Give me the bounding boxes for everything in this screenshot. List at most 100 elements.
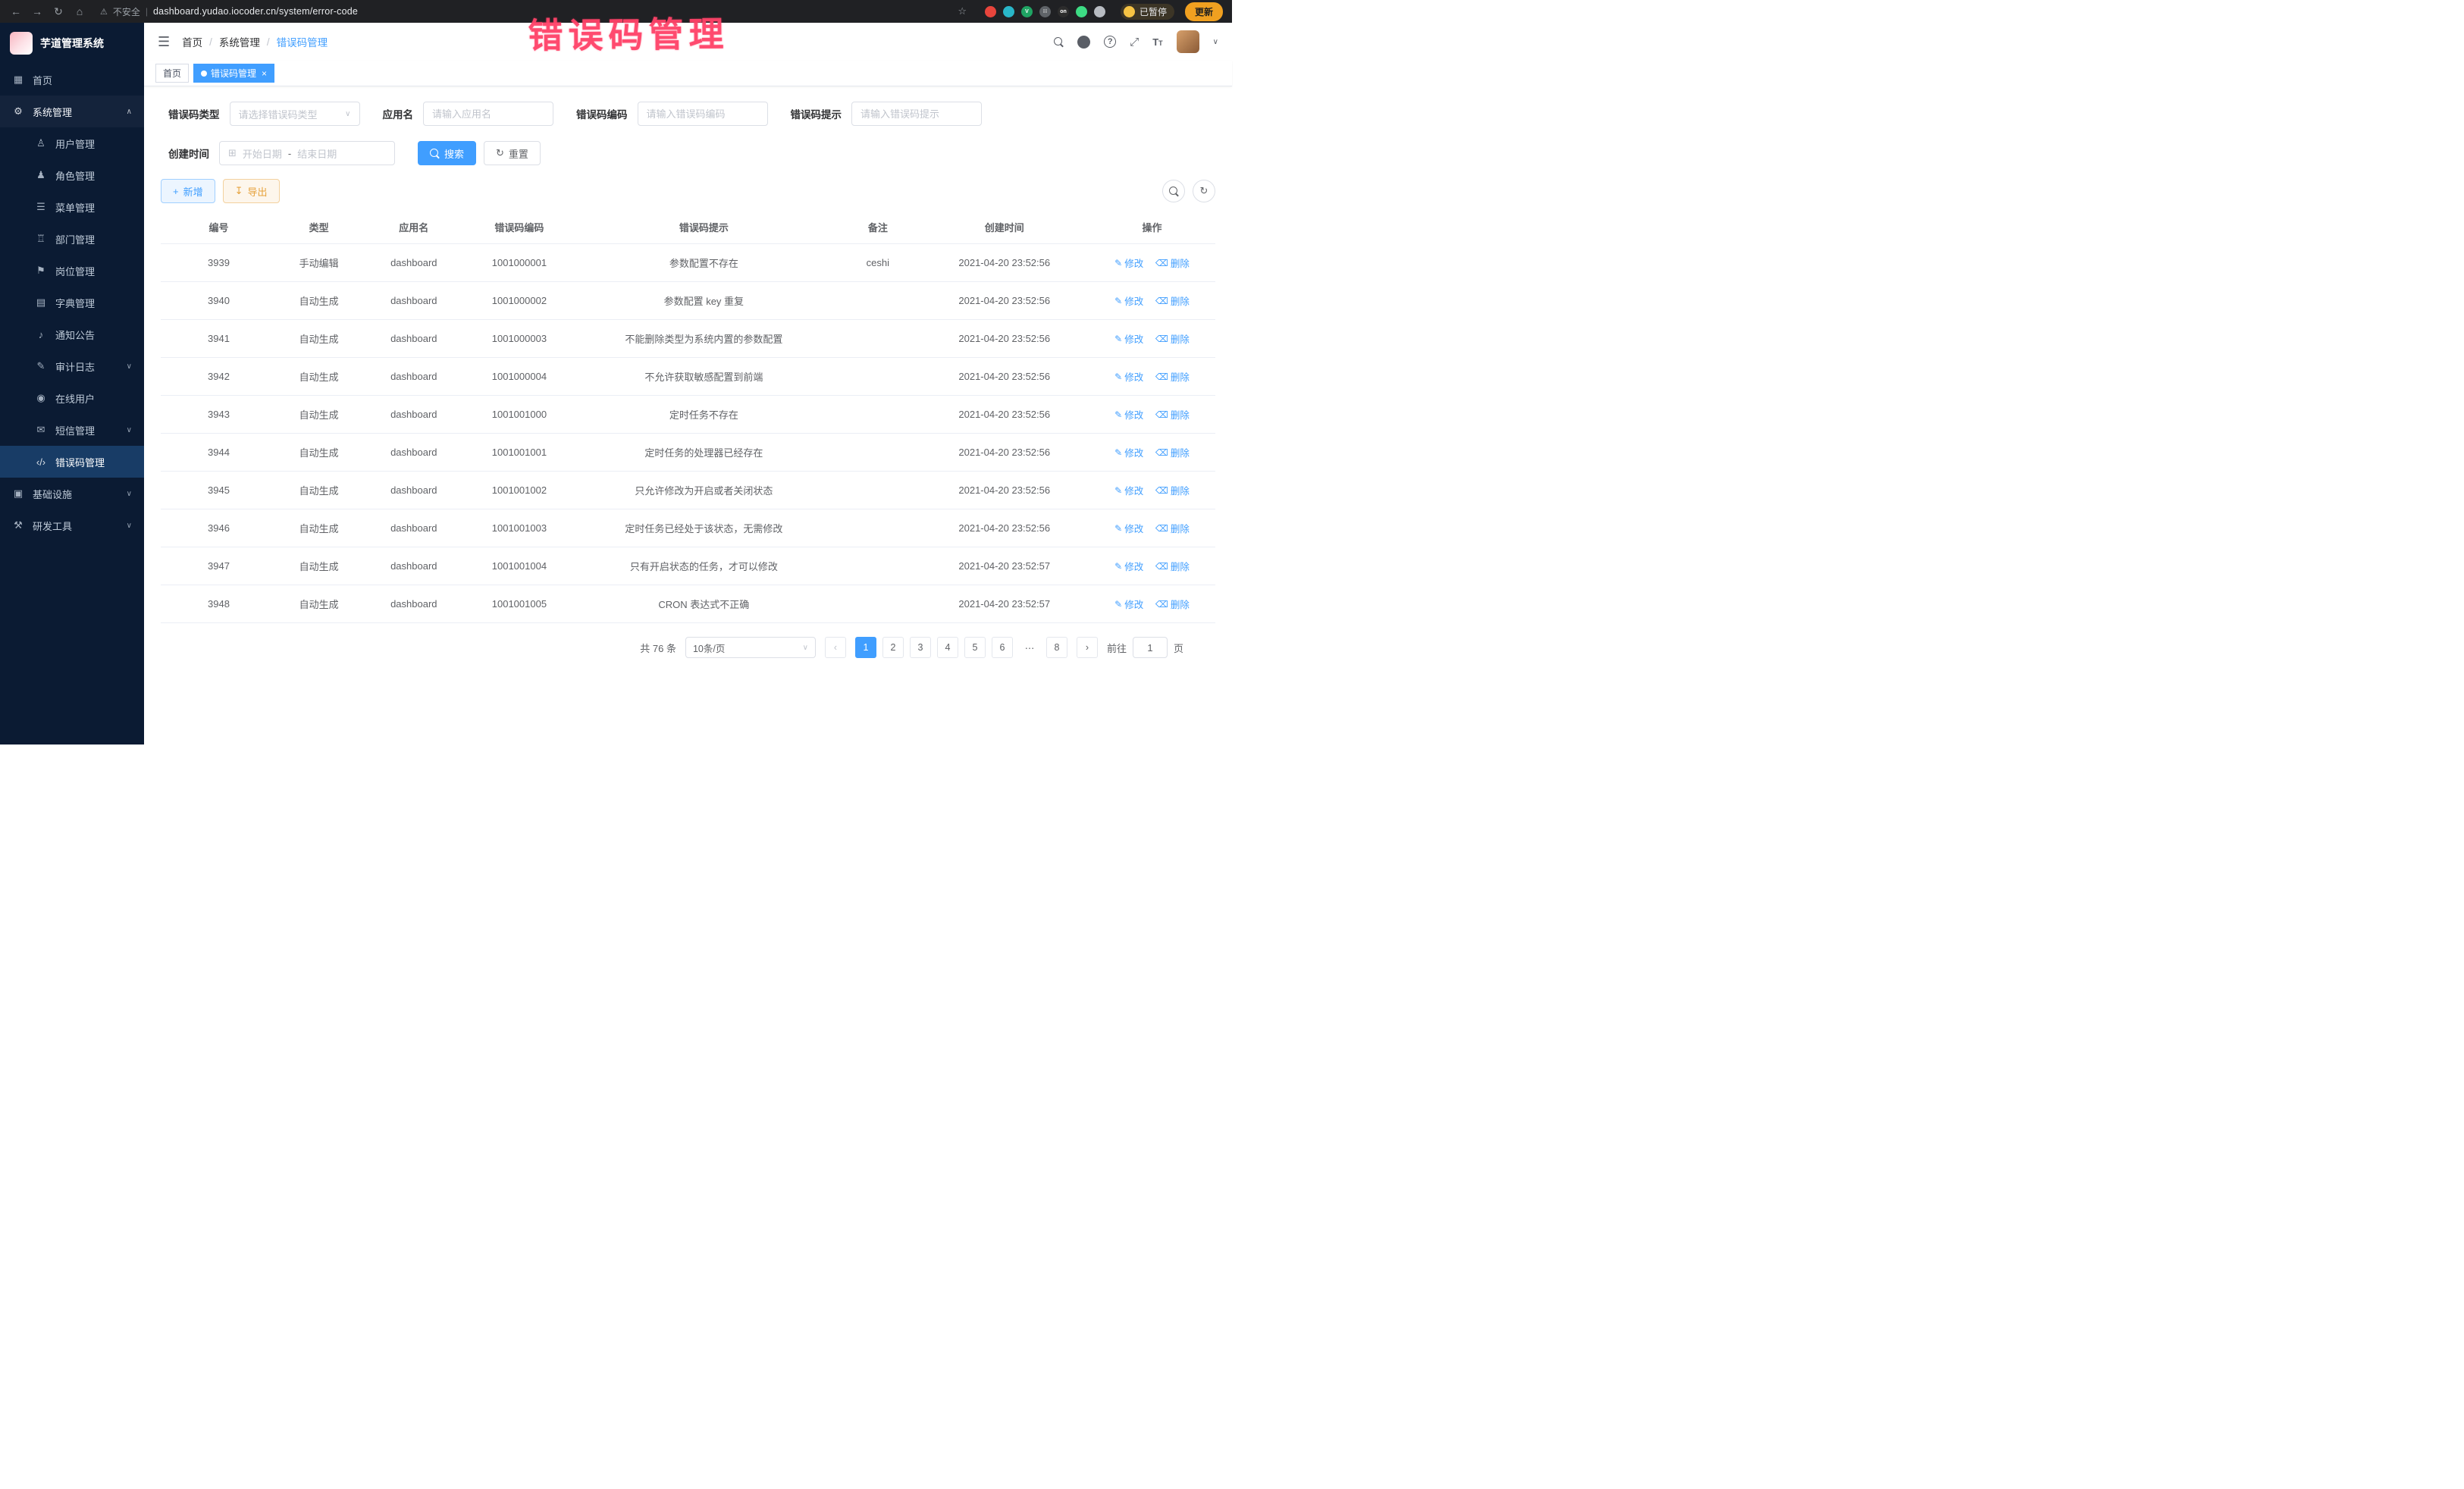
hamburger-icon[interactable]: ☰ [158,34,170,50]
browser-update-button[interactable]: 更新 [1185,2,1223,21]
sidebar-item[interactable]: ⚒ 研发工具 ∨ [0,509,144,541]
extension-icon[interactable]: V [1021,6,1033,17]
prev-page-button[interactable]: ‹ [825,637,846,658]
app-name-input[interactable] [423,102,553,126]
cell-type: 手动编辑 [277,244,361,282]
delete-link[interactable]: ⌫删除 [1155,445,1190,459]
delete-link[interactable]: ⌫删除 [1155,559,1190,573]
help-icon[interactable]: ? [1104,36,1116,48]
column-header: 类型 [277,211,361,244]
fontsize-icon[interactable]: TT [1152,36,1162,48]
edit-link[interactable]: ✎修改 [1114,369,1143,384]
sidebar-item[interactable]: ♖ 部门管理 [0,223,144,255]
toggle-search-button[interactable] [1162,180,1185,202]
search-icon[interactable] [1054,37,1064,47]
delete-link[interactable]: ⌫删除 [1155,331,1190,346]
sidebar-item[interactable]: ♟ 角色管理 [0,159,144,191]
github-icon[interactable] [1077,36,1090,49]
edit-link[interactable]: ✎修改 [1114,407,1143,422]
goto-input[interactable] [1133,637,1168,658]
bookmark-star-icon[interactable]: ☆ [958,5,977,17]
delete-link[interactable]: ⌫删除 [1155,483,1190,497]
page-button[interactable]: ⋯ [1019,637,1040,658]
edit-link[interactable]: ✎修改 [1114,331,1143,346]
next-page-button[interactable]: › [1077,637,1098,658]
delete-link[interactable]: ⌫删除 [1155,255,1190,270]
sidebar-item[interactable]: ☰ 菜单管理 [0,191,144,223]
sidebar-item[interactable]: ▤ 字典管理 [0,287,144,318]
reload-button[interactable]: ↻ [52,5,65,18]
tab[interactable]: 错误码管理 × [193,64,274,83]
delete-link[interactable]: ⌫删除 [1155,521,1190,535]
extension-icon[interactable]: ∷ [1039,6,1051,17]
app-logo[interactable]: 芋道管理系统 [0,23,144,64]
edit-link[interactable]: ✎修改 [1114,597,1143,611]
sidebar-item[interactable]: ▣ 基础设施 ∨ [0,478,144,509]
address-bar[interactable]: ⚠ 不安全 | dashboard.yudao.iocoder.cn/syste… [100,5,977,18]
sidebar-item[interactable]: ♙ 用户管理 [0,127,144,159]
edit-icon: ✎ [1114,599,1122,610]
sidebar-item[interactable]: ⚙ 系统管理 ∧ [0,96,144,127]
reset-button[interactable]: ↻ 重置 [484,141,541,165]
extension-icon[interactable]: on [1058,6,1069,17]
sidebar-item[interactable]: ✎ 审计日志 ∨ [0,350,144,382]
edit-link[interactable]: ✎修改 [1114,521,1143,535]
extension-icon[interactable] [985,6,996,17]
page-button[interactable]: 8 [1046,637,1067,658]
error-type-select[interactable]: 请选择错误码类型 ∨ [230,102,360,126]
goto-group: 前往 页 [1107,637,1183,658]
breadcrumb-item[interactable]: 错误码管理 / [277,34,328,49]
sidebar-item[interactable]: ‹/› 错误码管理 [0,446,144,478]
edit-link[interactable]: ✎修改 [1114,559,1143,573]
sidebar-item[interactable]: ⚑ 岗位管理 [0,255,144,287]
page-button[interactable]: 6 [992,637,1013,658]
extension-icon[interactable] [1076,6,1087,17]
back-button[interactable]: ← [9,5,23,17]
home-button[interactable]: ⌂ [73,5,86,17]
column-header: 备注 [835,211,920,244]
profile-paused-chip[interactable]: 已暂停 [1121,4,1174,20]
tab[interactable]: 首页 × [155,64,189,83]
page-button[interactable]: 5 [964,637,986,658]
delete-link[interactable]: ⌫删除 [1155,369,1190,384]
edit-link[interactable]: ✎修改 [1114,293,1143,308]
extension-icon[interactable] [1003,6,1014,17]
sidebar-item[interactable]: ♪ 通知公告 [0,318,144,350]
breadcrumb-item[interactable]: 系统管理 / [219,34,277,49]
refresh-table-button[interactable]: ↻ [1193,180,1215,202]
tab-close-icon[interactable]: × [262,68,267,79]
delete-link[interactable]: ⌫删除 [1155,293,1190,308]
forward-button[interactable]: → [30,5,44,17]
caret-down-icon[interactable]: ∨ [1213,38,1218,46]
page-size-select[interactable]: 10条/页 ∨ [685,637,816,658]
search-button[interactable]: 搜索 [418,141,476,165]
fullscreen-icon[interactable]: ⤢ [1130,36,1139,49]
cell-tip: 定时任务已经处于该状态，无需修改 [572,509,835,547]
breadcrumb-item[interactable]: 首页 / [182,34,219,49]
page-button[interactable]: 4 [937,637,958,658]
sidebar-item[interactable]: ✉ 短信管理 ∨ [0,414,144,446]
avatar[interactable] [1177,30,1199,53]
add-button[interactable]: + 新增 [161,179,215,203]
page-button[interactable]: 1 [855,637,876,658]
sidebar-item[interactable]: ◉ 在线用户 [0,382,144,414]
date-range-picker[interactable]: ⊞ 开始日期 - 结束日期 [219,141,395,165]
breadcrumb-separator: / [267,36,270,48]
edit-link[interactable]: ✎修改 [1114,483,1143,497]
error-tip-input[interactable] [851,102,982,126]
cell-id: 3940 [161,282,277,320]
delete-link[interactable]: ⌫删除 [1155,597,1190,611]
page-button[interactable]: 3 [910,637,931,658]
page-button[interactable]: 2 [882,637,904,658]
error-type-field: 错误码类型 请选择错误码类型 ∨ [168,102,360,126]
sidebar-item[interactable]: ▦ 首页 [0,64,144,96]
error-code-input[interactable] [638,102,768,126]
menu-icon: ✎ [35,360,47,372]
edit-link[interactable]: ✎修改 [1114,445,1143,459]
cell-tip: 参数配置 key 重复 [572,282,835,320]
delete-link[interactable]: ⌫删除 [1155,407,1190,422]
edit-link[interactable]: ✎修改 [1114,255,1143,270]
export-button[interactable]: ↧ 导出 [223,179,280,203]
page-size-value: 10条/页 [693,641,725,655]
extension-icon[interactable] [1094,6,1105,17]
